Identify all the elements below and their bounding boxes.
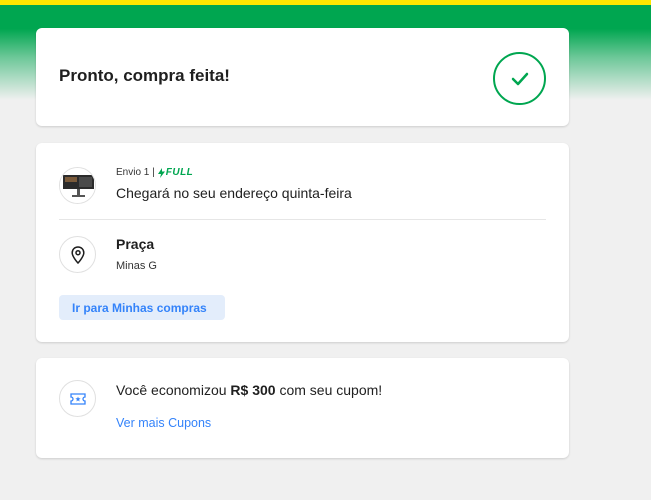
divider xyxy=(59,219,546,220)
shipment-label: Envio 1 | xyxy=(116,167,155,178)
map-pin-icon xyxy=(59,236,96,273)
delivery-eta: Chegará no seu endereço quinta-feira xyxy=(116,185,352,201)
success-title: Pronto, compra feita! xyxy=(59,66,230,85)
success-card: Pronto, compra feita! xyxy=(36,28,569,126)
coupon-message-prefix: Você economizou xyxy=(116,382,231,398)
see-more-coupons-link[interactable]: Ver mais Cupons xyxy=(116,416,211,430)
shipment-card: Envio 1 | FULL Chegará no seu endereço q… xyxy=(36,143,569,342)
full-badge-label: FULL xyxy=(165,167,194,178)
lightning-icon xyxy=(157,167,165,178)
address-street: Praça xyxy=(116,236,155,252)
coupon-amount: R$ 300 xyxy=(230,382,276,398)
coupon-message-suffix: com seu cupom! xyxy=(275,382,383,398)
shipment-meta: Envio 1 | FULL xyxy=(116,167,193,178)
check-icon xyxy=(493,52,546,105)
my-purchases-button[interactable]: Ir para Minhas compras xyxy=(59,295,225,320)
coupon-card: Você economizou R$ 300 com seu cupom! Ve… xyxy=(36,358,569,458)
ticket-icon xyxy=(59,380,96,417)
coupon-savings-message: Você economizou R$ 300 com seu cupom! xyxy=(116,382,382,398)
product-thumbnail xyxy=(59,167,96,204)
address-city: Minas G xyxy=(116,260,157,272)
full-badge: FULL xyxy=(157,167,194,178)
address-block: Praça Minas G xyxy=(116,236,158,276)
